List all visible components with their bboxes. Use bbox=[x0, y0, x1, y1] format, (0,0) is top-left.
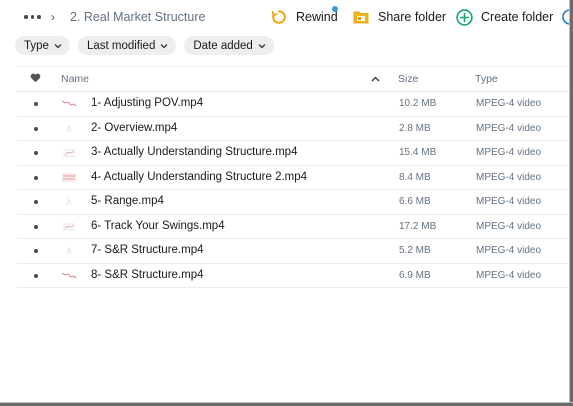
table-row[interactable]: 1- Adjusting POV.mp4 10.2 MB MPEG-4 video bbox=[17, 92, 569, 117]
file-name[interactable]: 8- S&R Structure.mp4 bbox=[91, 269, 203, 281]
filter-bar: Type Last modified Date added bbox=[15, 36, 274, 55]
filter-type[interactable]: Type bbox=[15, 36, 70, 55]
table-header: Name Size Type bbox=[17, 66, 569, 92]
share-folder-button[interactable]: Share folder bbox=[352, 6, 446, 28]
bullet-icon bbox=[34, 224, 38, 229]
share-folder-icon bbox=[352, 8, 370, 26]
video-thumbnail-icon bbox=[61, 123, 77, 134]
file-name[interactable]: 6- Track Your Swings.mp4 bbox=[91, 220, 225, 232]
file-type: MPEG-4 video bbox=[476, 245, 542, 256]
bullet-icon bbox=[34, 200, 38, 204]
window-edge-bottom bbox=[0, 402, 573, 406]
file-name[interactable]: 1- Adjusting POV.mp4 bbox=[91, 97, 203, 109]
bullet-icon bbox=[34, 273, 38, 278]
column-header-size[interactable]: Size bbox=[398, 73, 418, 85]
rewind-button[interactable]: Rewind bbox=[270, 6, 338, 28]
plus-circle-icon bbox=[455, 8, 473, 26]
rewind-icon bbox=[270, 8, 288, 26]
notification-dot bbox=[332, 6, 338, 12]
rewind-label: Rewind bbox=[296, 10, 338, 24]
top-bar: › 2. Real Market Structure Rewind Share … bbox=[0, 0, 573, 34]
filter-last-modified-label: Last modified bbox=[86, 39, 156, 52]
file-size: 15.4 MB bbox=[399, 147, 437, 158]
file-type: MPEG-4 video bbox=[476, 196, 542, 207]
more-icon[interactable] bbox=[24, 9, 44, 25]
share-folder-label: Share folder bbox=[378, 10, 447, 24]
file-type: MPEG-4 video bbox=[476, 269, 542, 281]
table-row[interactable]: 6- Track Your Swings.mp4 17.2 MB MPEG-4 vi… bbox=[17, 215, 569, 239]
column-header-type[interactable]: Type bbox=[475, 73, 498, 85]
file-name[interactable]: 4- Actually Understanding Structure 2.mp… bbox=[91, 171, 307, 183]
file-name[interactable]: 2- Overview.mp4 bbox=[91, 122, 177, 134]
heart-icon[interactable] bbox=[30, 73, 41, 86]
video-thumbnail-icon bbox=[61, 98, 77, 109]
create-folder-button[interactable]: Create folder bbox=[455, 6, 553, 28]
file-name[interactable]: 7- S&R Structure.mp4 bbox=[91, 244, 203, 256]
file-type: MPEG-4 video bbox=[476, 220, 542, 232]
video-thumbnail-icon bbox=[61, 172, 77, 183]
file-size: 6.9 MB bbox=[399, 269, 431, 281]
file-list: 1- Adjusting POV.mp4 10.2 MB MPEG-4 video 2… bbox=[17, 92, 569, 288]
table-row[interactable]: 8- S&R Structure.mp4 6.9 MB MPEG-4 video bbox=[17, 264, 569, 288]
sort-ascending-icon[interactable] bbox=[371, 74, 380, 84]
file-size: 17.2 MB bbox=[399, 220, 437, 232]
chevron-down-icon bbox=[160, 42, 168, 51]
video-thumbnail-icon bbox=[61, 245, 77, 256]
filter-date-added[interactable]: Date added bbox=[184, 36, 274, 55]
table-row[interactable]: 4- Actually Understanding Structure 2.mp… bbox=[17, 166, 569, 190]
filter-type-label: Type bbox=[24, 39, 49, 52]
column-header-name[interactable]: Name bbox=[61, 73, 89, 85]
window-edge-right bbox=[569, 0, 573, 406]
table-row[interactable]: 7- S&R Structure.mp4 5.2 MB MPEG-4 video bbox=[17, 239, 569, 264]
file-size: 8.4 MB bbox=[399, 171, 431, 183]
file-name[interactable]: 5- Range.mp4 bbox=[91, 195, 164, 207]
table-row[interactable]: 2- Overview.mp4 2.8 MB MPEG-4 video bbox=[17, 117, 569, 141]
video-thumbnail-icon bbox=[61, 270, 77, 281]
file-size: 2.8 MB bbox=[399, 122, 431, 134]
file-size: 10.2 MB bbox=[399, 98, 437, 109]
table-row[interactable]: 5- Range.mp4 6.6 MB MPEG-4 video bbox=[17, 190, 569, 215]
file-type: MPEG-4 video bbox=[476, 147, 542, 158]
file-type: MPEG-4 video bbox=[476, 98, 542, 109]
chevron-down-icon bbox=[258, 42, 266, 51]
bullet-icon bbox=[34, 151, 38, 155]
file-type: MPEG-4 video bbox=[476, 122, 542, 134]
filter-last-modified[interactable]: Last modified bbox=[77, 36, 177, 55]
bullet-icon bbox=[34, 126, 38, 131]
file-size: 5.2 MB bbox=[399, 245, 431, 256]
breadcrumb-folder-title[interactable]: 2. Real Market Structure bbox=[70, 10, 205, 24]
table-row[interactable]: 3- Actually Understanding Structure.mp4 1… bbox=[17, 141, 569, 166]
video-thumbnail-icon bbox=[61, 147, 77, 158]
chevron-right-icon: › bbox=[51, 10, 55, 24]
create-folder-label: Create folder bbox=[481, 10, 554, 24]
filter-date-added-label: Date added bbox=[193, 39, 253, 52]
file-table: Name Size Type 1- Adjusting POV.mp4 10.2 … bbox=[17, 66, 569, 288]
bullet-icon bbox=[34, 249, 38, 253]
video-thumbnail-icon bbox=[61, 221, 77, 232]
file-type: MPEG-4 video bbox=[476, 171, 542, 183]
chevron-down-icon bbox=[54, 42, 62, 51]
file-size: 6.6 MB bbox=[399, 196, 431, 207]
video-thumbnail-icon bbox=[61, 196, 77, 207]
bullet-icon bbox=[34, 102, 38, 106]
file-name[interactable]: 3- Actually Understanding Structure.mp4 bbox=[91, 146, 297, 158]
bullet-icon bbox=[34, 175, 38, 180]
